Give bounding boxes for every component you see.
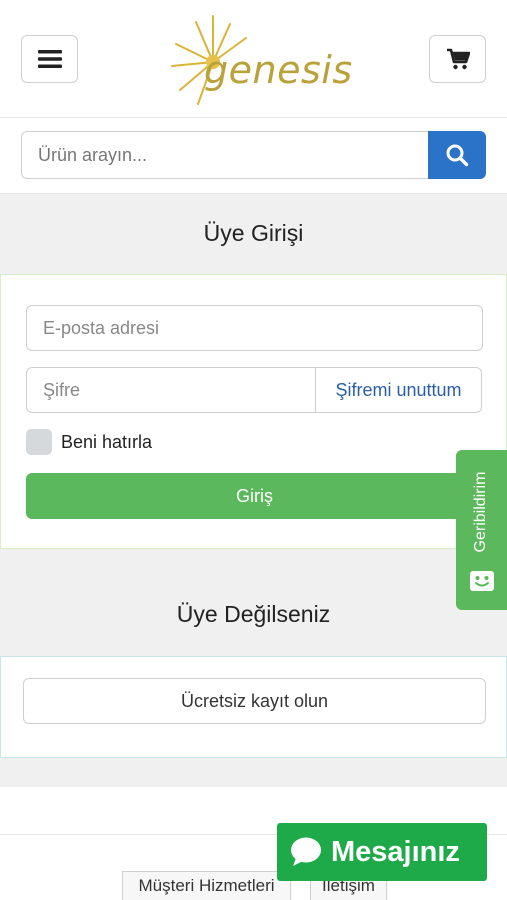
feedback-tab[interactable]: Geribildirim bbox=[456, 450, 507, 610]
shopping-cart-icon bbox=[446, 48, 470, 70]
chat-bubble-icon bbox=[291, 837, 321, 866]
register-section: Ücretsiz kayıt olun bbox=[0, 656, 507, 758]
header: genesis bbox=[0, 0, 507, 118]
logo[interactable]: genesis bbox=[168, 12, 352, 108]
footer-link-customer-service[interactable]: Müşteri Hizmetleri bbox=[122, 871, 291, 900]
remember-me[interactable]: Beni hatırla bbox=[26, 429, 152, 455]
chat-button[interactable]: Mesajınız bbox=[277, 823, 487, 881]
search-input[interactable] bbox=[21, 131, 429, 179]
search-icon bbox=[446, 144, 469, 167]
feedback-label: Geribildirim bbox=[472, 471, 489, 553]
hamburger-menu-icon bbox=[37, 50, 62, 68]
chat-label: Mesajınız bbox=[331, 835, 460, 868]
login-title: Üye Girişi bbox=[203, 220, 304, 246]
smiley-face-icon bbox=[470, 571, 494, 591]
login-form: Şifremi unuttum Beni hatırla Giriş bbox=[0, 274, 507, 549]
register-button[interactable]: Ücretsiz kayıt olun bbox=[23, 678, 486, 724]
forgot-password-link[interactable]: Şifremi unuttum bbox=[315, 367, 482, 413]
password-field[interactable] bbox=[26, 367, 316, 413]
cart-button[interactable] bbox=[429, 35, 486, 83]
login-button[interactable]: Giriş bbox=[26, 473, 483, 519]
remember-me-checkbox[interactable] bbox=[26, 429, 52, 455]
register-title: Üye Değilseniz bbox=[176, 601, 331, 627]
search-button[interactable] bbox=[428, 131, 486, 179]
remember-me-label: Beni hatırla bbox=[61, 431, 153, 452]
search-bar bbox=[21, 131, 486, 179]
email-field[interactable] bbox=[26, 305, 483, 351]
logo-text: genesis bbox=[204, 48, 353, 92]
menu-button[interactable] bbox=[21, 35, 78, 83]
